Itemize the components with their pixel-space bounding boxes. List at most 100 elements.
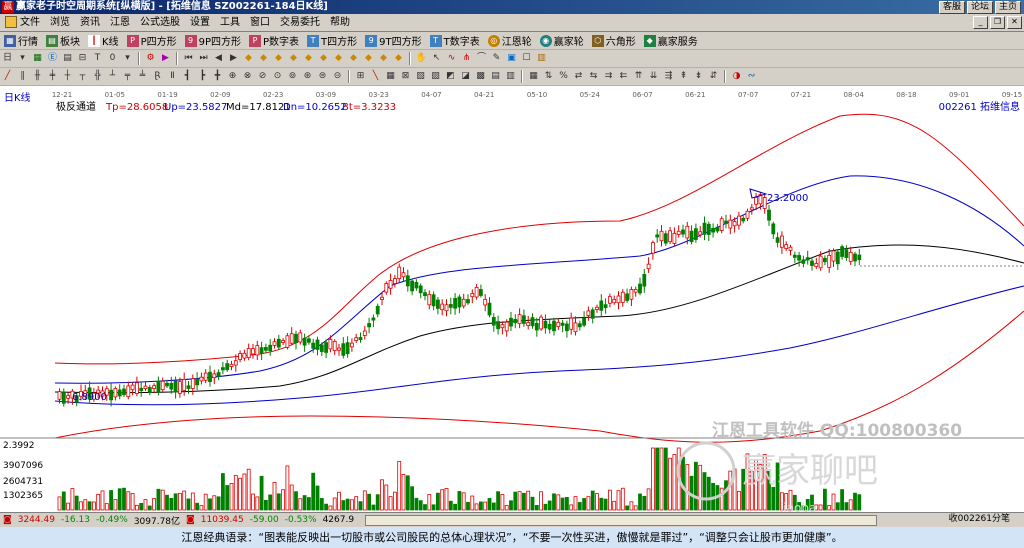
tool-44-icon[interactable]: ⇶ [662,70,675,83]
tool-26-icon[interactable]: ▦ [384,70,397,83]
tool-4-icon[interactable]: ╪ [46,70,59,83]
tool-47-icon[interactable]: ⇵ [707,70,720,83]
gann-wheel-button[interactable]: ◎ 江恩轮 [484,33,536,49]
tool-14-icon[interactable]: ┣ [196,70,209,83]
diamond-1-icon[interactable]: ◆ [242,52,255,65]
tool-40-icon[interactable]: ⇉ [602,70,615,83]
menu-gann[interactable]: 江恩 [105,15,135,31]
tool-43-icon[interactable]: ⇊ [647,70,660,83]
9p-square-button[interactable]: 9 9P四方形 [181,33,245,49]
number-zero-icon[interactable]: 0 [106,52,119,65]
image-icon[interactable]: ▣ [505,52,518,65]
tool-32-icon[interactable]: ▩ [474,70,487,83]
sh-index-icon[interactable]: ◙ [0,515,15,525]
zigzag-icon[interactable]: ∿ [445,52,458,65]
tool-13-icon[interactable]: ┫ [181,70,194,83]
service-button[interactable]: 客服 [938,1,965,14]
tool-29-icon[interactable]: ▨ [429,70,442,83]
parallel-tool-icon[interactable]: ∥ [16,70,29,83]
menu-file[interactable]: 文件 [0,15,45,31]
diamond-4-icon[interactable]: ◆ [287,52,300,65]
hand-icon[interactable]: ✋ [415,52,428,65]
t-icon[interactable]: T [91,52,104,65]
tool-38-icon[interactable]: ⇄ [572,70,585,83]
tool-17-icon[interactable]: ⊗ [241,70,254,83]
tool-15-icon[interactable]: ╋ [211,70,224,83]
tool-23-icon[interactable]: ⊝ [331,70,344,83]
tool-30-icon[interactable]: ◩ [444,70,457,83]
line-tool-icon[interactable]: ╱ [1,70,14,83]
tool-16-icon[interactable]: ⊕ [226,70,239,83]
menu-window[interactable]: 窗口 [245,15,275,31]
clipboard-icon[interactable]: ▥ [535,52,548,65]
tool-6-icon[interactable]: ┬ [76,70,89,83]
tool-39-icon[interactable]: ⇆ [587,70,600,83]
wave-icon[interactable]: ∾ [745,70,758,83]
tool-8-icon[interactable]: ┴ [106,70,119,83]
forum-button[interactable]: 论坛 [966,1,993,14]
diamond-5-icon[interactable]: ◆ [302,52,315,65]
cycle-icon[interactable]: ⌒ [475,52,488,65]
tool-24-icon[interactable]: ⊞ [354,70,367,83]
status-scrollbar[interactable] [365,515,877,526]
tool-3-icon[interactable]: ╫ [31,70,44,83]
ruler-icon[interactable]: ⊟ [76,52,89,65]
menu-settings[interactable]: 设置 [185,15,215,31]
t-square-button[interactable]: T T四方形 [303,33,361,49]
tool-20-icon[interactable]: ⊚ [286,70,299,83]
tool-18-icon[interactable]: ⊘ [256,70,269,83]
tool-34-icon[interactable]: ▥ [504,70,517,83]
diamond-3-icon[interactable]: ◆ [272,52,285,65]
grid-icon[interactable]: ▦ [31,52,44,65]
first-icon[interactable]: ⏮ [182,52,195,65]
day-period-icon[interactable]: 日 [1,52,14,65]
tool-21-icon[interactable]: ⊛ [301,70,314,83]
note-icon[interactable]: ✎ [490,52,503,65]
homepage-button[interactable]: 主页 [994,1,1021,14]
tool-19-icon[interactable]: ⊙ [271,70,284,83]
quote-button[interactable]: ▦ 行情 [0,33,42,49]
close-icon[interactable]: ✕ [1007,16,1022,29]
settings-icon[interactable]: ⚙ [144,52,157,65]
menu-info[interactable]: 资讯 [75,15,105,31]
tool-22-icon[interactable]: ⊜ [316,70,329,83]
menu-help[interactable]: 帮助 [325,15,355,31]
diamond-2-icon[interactable]: ◆ [257,52,270,65]
diamond-10-icon[interactable]: ◆ [377,52,390,65]
diamond-6-icon[interactable]: ◆ [317,52,330,65]
kline-button[interactable]: ┃ K线 [84,33,123,49]
tool-28-icon[interactable]: ▧ [414,70,427,83]
restore-icon[interactable]: ❐ [990,16,1005,29]
hexagon-button[interactable]: ⬡ 六角形 [588,33,640,49]
kline-chart[interactable]: 12-21 01-05 01-19 02-09 02-23 03-09 03-23 04-07… [0,86,1024,512]
dropdown-icon[interactable]: ▾ [16,52,29,65]
winner-wheel-button[interactable]: ◉ 赢家轮 [536,33,588,49]
circle-e-icon[interactable]: Ⓔ [46,52,59,65]
last-icon[interactable]: ⏭ [197,52,210,65]
tool-9-icon[interactable]: ╤ [121,70,134,83]
right-icon[interactable]: ▶ [227,52,240,65]
minimize-icon[interactable]: _ [973,16,988,29]
table-icon[interactable]: ▤ [61,52,74,65]
menu-formula[interactable]: 公式选股 [135,15,185,31]
tool-42-icon[interactable]: ⇈ [632,70,645,83]
tick-data-label[interactable]: 收002261分笔 [949,513,1010,526]
tool-27-icon[interactable]: ⊠ [399,70,412,83]
tool-35-icon[interactable]: ▦ [527,70,540,83]
color-icon[interactable]: ◑ [730,70,743,83]
t-number-table-button[interactable]: T T数字表 [426,33,484,49]
tool-11-icon[interactable]: Ɽ [151,70,164,83]
tool-36-icon[interactable]: ⇅ [542,70,555,83]
tool-45-icon[interactable]: ⇞ [677,70,690,83]
percent-icon[interactable]: % [557,70,570,83]
p-square-button[interactable]: P P四方形 [123,33,181,49]
tool-33-icon[interactable]: ▤ [489,70,502,83]
fan-icon[interactable]: ⋔ [460,52,473,65]
9t-square-button[interactable]: 9 9T四方形 [361,33,425,49]
tool-10-icon[interactable]: ╧ [136,70,149,83]
tool-5-icon[interactable]: ┼ [61,70,74,83]
left-icon[interactable]: ◀ [212,52,225,65]
tool-25-icon[interactable]: ╲ [369,70,382,83]
tool-41-icon[interactable]: ⇇ [617,70,630,83]
pointer-icon[interactable]: ↖ [430,52,443,65]
